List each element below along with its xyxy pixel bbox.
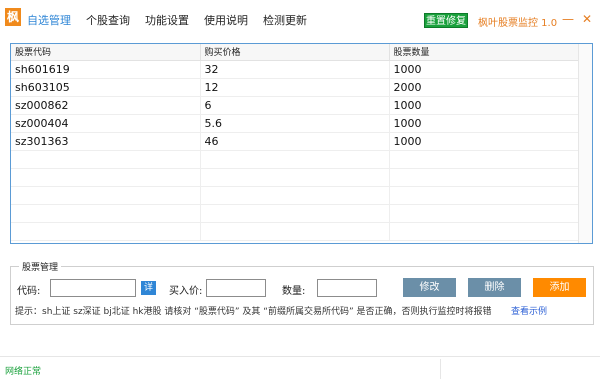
reset-repair-button[interactable]: 重置修复 [424,13,468,28]
cell-code: sz000862 [11,96,201,115]
status-bar: 网络正常 [0,356,600,379]
status-divider [440,359,441,379]
add-button[interactable]: 添加 [533,278,586,297]
minimize-icon[interactable]: — [562,12,574,26]
cell-price: 6 [200,96,390,115]
cell-quantity: 1000 [389,60,580,79]
column-header-quantity[interactable]: 股票数量 [389,44,580,61]
table-scrollbar[interactable] [578,44,592,243]
table-header-row: 股票代码 购买价格 股票数量 [11,44,580,61]
nav-item-watchlist[interactable]: 自选管理 [27,12,71,28]
column-header-code[interactable]: 股票代码 [11,44,201,61]
empty-row [11,186,580,205]
empty-row [11,204,580,223]
code-label: 代码: [17,286,41,297]
price-input[interactable] [206,279,266,297]
empty-row [11,168,580,187]
detail-button[interactable]: 详 [141,281,156,295]
column-header-price[interactable]: 购买价格 [200,44,390,61]
cell-code: sz301363 [11,132,201,151]
view-example-link[interactable]: 查看示例 [511,304,547,317]
cell-quantity: 1000 [389,96,580,115]
group-title: 股票管理 [19,260,62,273]
cell-code: sz000404 [11,114,201,133]
cell-quantity: 2000 [389,78,580,97]
quantity-label: 数量: [282,286,306,297]
empty-row [11,222,580,241]
cell-price: 46 [200,132,390,151]
table-row[interactable]: sh603105 12 2000 [11,78,580,97]
app-logo: 枫 [5,8,21,26]
hint-text: 提示：sh上证 sz深证 bj北证 hk港股 请核对 “股票代码” 及其 “前缀… [15,307,492,317]
app-title: 枫叶股票监控 1.0 [478,18,558,29]
table-row[interactable]: sz000862 6 1000 [11,96,580,115]
delete-button[interactable]: 删除 [468,278,521,297]
cell-quantity: 1000 [389,114,580,133]
cell-code: sh603105 [11,78,201,97]
cell-price: 12 [200,78,390,97]
code-input[interactable] [50,279,136,297]
cell-price: 5.6 [200,114,390,133]
nav-item-settings[interactable]: 功能设置 [145,12,189,28]
table-row[interactable]: sz000404 5.6 1000 [11,114,580,133]
main-nav: 自选管理 个股查询 功能设置 使用说明 检测更新 [27,12,322,28]
cell-price: 32 [200,60,390,79]
cell-quantity: 1000 [389,132,580,151]
table-row[interactable]: sh601619 32 1000 [11,60,580,79]
title-bar: 枫 自选管理 个股查询 功能设置 使用说明 检测更新 重置修复 枫叶股票监控 1… [0,0,600,34]
stock-table: 股票代码 购买价格 股票数量 sh601619 32 1000 sh603105… [10,43,593,244]
empty-row [11,150,580,169]
nav-item-help[interactable]: 使用说明 [204,12,248,28]
nav-item-stock-query[interactable]: 个股查询 [86,12,130,28]
table-row[interactable]: sz301363 46 1000 [11,132,580,151]
nav-item-check-update[interactable]: 检测更新 [263,12,307,28]
cell-code: sh601619 [11,60,201,79]
network-status: 网络正常 [5,367,42,377]
price-label: 买入价: [169,286,203,297]
close-icon[interactable]: ✕ [582,12,592,26]
quantity-input[interactable] [317,279,377,297]
modify-button[interactable]: 修改 [403,278,456,297]
